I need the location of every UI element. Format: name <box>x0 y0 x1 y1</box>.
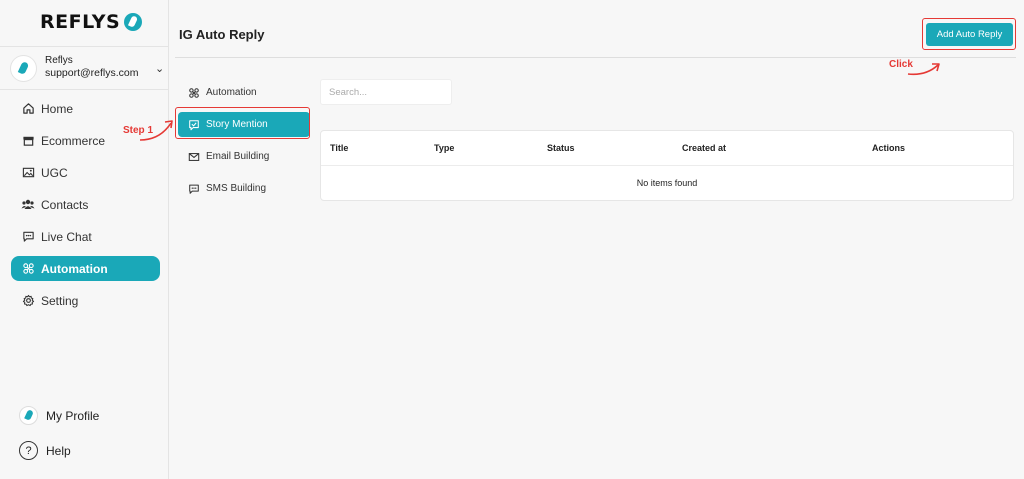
chevron-down-icon[interactable]: ⌄ <box>155 62 164 75</box>
subnav-item-email-building[interactable]: Email Building <box>178 144 310 169</box>
sidebar-item-ugc[interactable]: UGC <box>11 160 160 185</box>
sidebar-item-label: UGC <box>41 165 68 180</box>
sidebar-item-label: Live Chat <box>41 229 92 244</box>
auto-reply-table: Title Type Status Created at Actions No … <box>320 130 1014 201</box>
help-link[interactable]: ? Help <box>19 441 71 460</box>
my-profile-label: My Profile <box>46 408 100 423</box>
brand-name: REFLYS <box>40 11 121 33</box>
automation-icon <box>187 86 200 99</box>
click-arrow-icon <box>907 63 940 76</box>
table-header: Title Type Status Created at Actions <box>321 131 1013 166</box>
subnav-item-label: Email Building <box>206 151 270 162</box>
automation-icon <box>21 262 35 276</box>
sidebar-item-contacts[interactable]: Contacts <box>11 192 160 217</box>
sidebar-item-label: Ecommerce <box>41 133 106 148</box>
column-header-created-at[interactable]: Created at <box>682 143 726 153</box>
chat-icon <box>21 230 35 244</box>
account-name: Reflys <box>45 55 73 66</box>
brand-logo[interactable]: REFLYS <box>40 11 143 33</box>
gear-icon <box>21 294 35 308</box>
header-divider <box>175 57 1016 58</box>
step-arrow-icon <box>139 120 173 141</box>
home-icon <box>21 102 35 116</box>
subnav-item-label: SMS Building <box>206 183 267 194</box>
sidebar-item-automation[interactable]: Automation <box>11 256 160 281</box>
brand-mark-icon <box>124 13 143 31</box>
sms-icon <box>187 182 200 195</box>
sidebar: REFLYS Reflys support@reflys.com ⌄ Home … <box>0 0 169 479</box>
search-input[interactable] <box>320 79 452 105</box>
column-header-type[interactable]: Type <box>434 143 454 153</box>
highlight-add-button <box>922 18 1016 50</box>
sidebar-item-setting[interactable]: Setting <box>11 288 160 313</box>
subnav-item-automation[interactable]: Automation <box>178 80 310 105</box>
help-label: Help <box>46 443 71 458</box>
sidebar-item-label: Home <box>41 101 74 116</box>
column-header-actions: Actions <box>872 143 906 153</box>
account-switcher[interactable]: Reflys support@reflys.com ⌄ <box>0 46 169 90</box>
page-title: IG Auto Reply <box>179 27 265 42</box>
image-icon <box>21 166 35 180</box>
account-email: support@reflys.com <box>45 67 139 79</box>
empty-state-text: No items found <box>636 178 698 188</box>
automation-subnav: Automation Story Mention Email Building … <box>178 80 310 208</box>
column-header-title[interactable]: Title <box>330 143 348 153</box>
help-icon: ? <box>19 441 38 460</box>
profile-avatar <box>19 406 38 425</box>
sidebar-item-live-chat[interactable]: Live Chat <box>11 224 160 249</box>
sidebar-item-label: Contacts <box>41 197 89 212</box>
highlight-story-mention <box>175 107 310 139</box>
sidebar-item-label: Automation <box>41 261 108 276</box>
store-icon <box>21 134 35 148</box>
column-header-status[interactable]: Status <box>547 143 575 153</box>
sidebar-item-label: Setting <box>41 293 79 308</box>
subnav-item-sms-building[interactable]: SMS Building <box>178 176 310 201</box>
users-icon <box>21 198 35 212</box>
my-profile-link[interactable]: My Profile <box>19 406 99 425</box>
account-avatar <box>10 55 37 82</box>
mail-icon <box>187 150 200 163</box>
subnav-item-label: Automation <box>206 87 257 98</box>
